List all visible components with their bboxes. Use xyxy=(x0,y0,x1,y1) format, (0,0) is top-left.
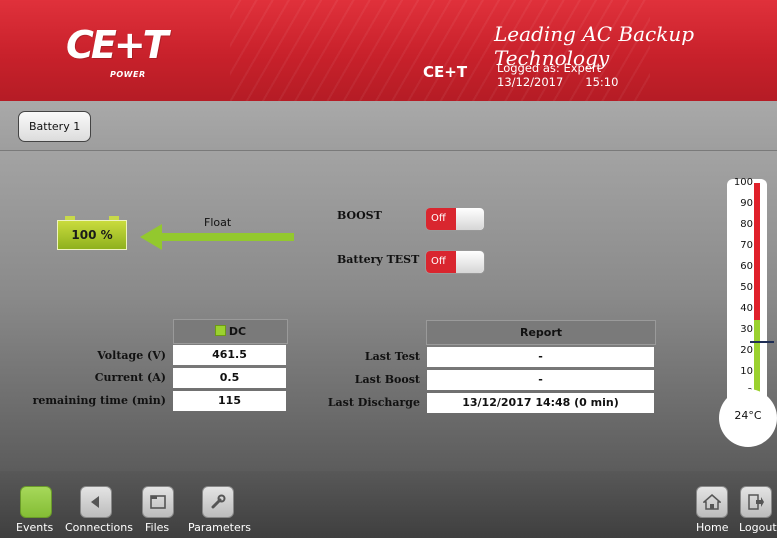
battery-test-toggle-state: Off xyxy=(426,251,456,273)
thermometer-tick: 20 xyxy=(740,345,753,356)
session-date: 13/12/2017 xyxy=(497,75,564,89)
report-row-label: Last Test xyxy=(364,350,420,363)
thermometer-tick: 70 xyxy=(740,240,753,251)
session-time: 15:10 xyxy=(585,75,619,89)
home-label[interactable]: Home xyxy=(696,521,728,534)
thermometer-tick: 60 xyxy=(740,261,753,272)
report-table-header: Report xyxy=(426,320,656,345)
events-label[interactable]: Events xyxy=(16,521,53,534)
report-row-label: Last Boost xyxy=(354,373,420,386)
wrench-icon xyxy=(211,494,226,509)
battery-test-toggle[interactable]: Off xyxy=(425,250,485,274)
boost-toggle-knob xyxy=(456,208,484,230)
dc-row-label: remaining time (min) xyxy=(32,394,166,407)
cet-logo: CE+T POWER xyxy=(66,22,169,86)
report-last-test-value: - xyxy=(427,347,654,367)
dc-row-label: Current (A) xyxy=(94,371,166,384)
parameters-button[interactable] xyxy=(202,486,234,518)
thermometer-tick: 80 xyxy=(740,219,753,230)
logout-button[interactable] xyxy=(740,486,772,518)
home-button[interactable] xyxy=(696,486,728,518)
dc-voltage-value: 461.5 xyxy=(173,345,286,365)
session-datetime: 13/12/2017 15:10 xyxy=(497,75,618,89)
dc-table-header: DC xyxy=(173,319,288,344)
battery-test-label: Battery TEST xyxy=(337,253,420,266)
home-icon xyxy=(703,494,721,510)
files-icon xyxy=(150,495,166,509)
thermometer-low-range xyxy=(754,320,760,397)
thermometer-high-range xyxy=(754,183,760,320)
report-last-boost-value: - xyxy=(427,370,654,390)
dc-row-label: Voltage (V) xyxy=(97,349,166,362)
header-banner: CE+T POWER Leading AC Backup Technology … xyxy=(0,0,777,101)
charge-arrow-icon xyxy=(140,224,294,250)
files-label[interactable]: Files xyxy=(145,521,169,534)
battery-level: 100 % xyxy=(57,220,127,250)
connections-button[interactable] xyxy=(80,486,112,518)
thermometer-tick: 50 xyxy=(740,282,753,293)
footer-nav: Events Connections Files Parameters Home… xyxy=(0,471,777,538)
main-panel xyxy=(0,151,777,471)
boost-toggle-state: Off xyxy=(426,208,456,230)
thermometer-current-marker xyxy=(750,341,774,343)
boost-toggle[interactable]: Off xyxy=(425,207,485,231)
dc-header-label: DC xyxy=(228,325,247,338)
logout-label[interactable]: Logout xyxy=(739,521,777,534)
thermometer-tick: 30 xyxy=(740,324,753,335)
logout-icon xyxy=(748,494,764,510)
brand-name: CE+T xyxy=(423,63,468,81)
dc-current-value: 0.5 xyxy=(173,368,286,388)
thermometer-tick: 100 xyxy=(733,177,753,188)
temperature-value: 24°C xyxy=(734,409,762,422)
report-last-discharge-value: 13/12/2017 14:48 (0 min) xyxy=(427,393,654,413)
files-button[interactable] xyxy=(142,486,174,518)
connections-icon xyxy=(91,496,99,508)
connections-label[interactable]: Connections xyxy=(65,521,133,534)
thermometer-tick: 10 xyxy=(740,366,753,377)
logo-text: CE+T xyxy=(66,23,169,67)
battery-icon: 100 % xyxy=(57,216,127,250)
battery-test-toggle-knob xyxy=(456,251,484,273)
thermometer-tick: 40 xyxy=(740,303,753,314)
boost-label: BOOST xyxy=(337,209,382,222)
temperature-gauge: 100 90 80 70 60 50 40 30 20 10 0 24°C xyxy=(719,175,777,460)
events-button[interactable] xyxy=(20,486,52,518)
logo-subtext: POWER xyxy=(110,70,146,79)
dc-status-indicator xyxy=(214,325,226,336)
logged-as-text: Logged as: Expert xyxy=(497,61,602,75)
tab-bar: Battery 1 xyxy=(0,101,777,151)
report-row-label: Last Discharge xyxy=(327,396,420,409)
tab-battery-1[interactable]: Battery 1 xyxy=(18,111,92,142)
session-info: Logged as: Expert 13/12/2017 15:10 xyxy=(497,61,618,89)
parameters-label[interactable]: Parameters xyxy=(188,521,251,534)
thermometer-tick: 90 xyxy=(740,198,753,209)
dc-remaining-time-value: 115 xyxy=(173,391,286,411)
